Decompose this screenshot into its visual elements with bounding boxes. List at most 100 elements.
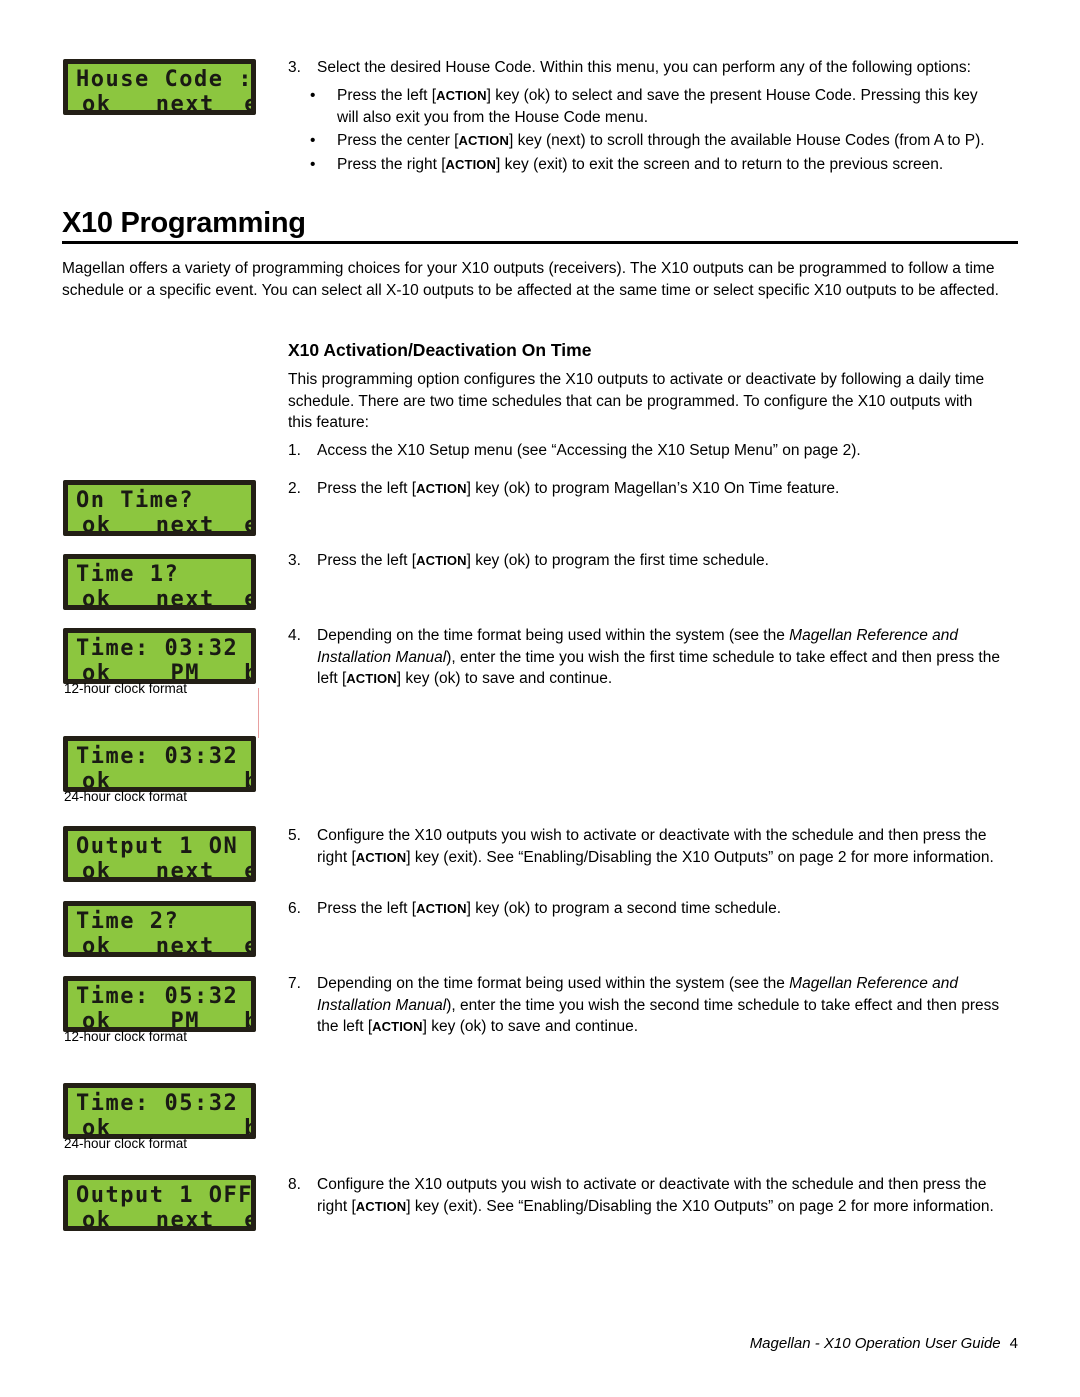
bullet-text-part2: ] key (exit) to exit the screen and to r… — [496, 156, 944, 173]
subsection-intro-paragraph: This programming option configures the X… — [288, 371, 985, 431]
lcd-screen-time-1-12h: Time: 03:32 AM ok PM back — [63, 628, 256, 684]
step-text: Select the desired House Code. Within th… — [317, 59, 971, 76]
lcd-screen-output-1-on: Output 1 ON ok next exit — [63, 826, 256, 882]
lcd-screen-time-2-24h: Time: 05:32 ok back — [63, 1083, 256, 1139]
bullet-item-1: • Press the left [ACTION] key (ok) to se… — [310, 85, 998, 128]
bullet-text: Press the left [ACTION] key (ok) to sele… — [337, 85, 998, 128]
action-key-token: ACTION — [416, 481, 467, 496]
step-text-part2: ] key (ok) to program the first time sch… — [466, 552, 769, 569]
step-6: 6. Press the left [ACTION] key (ok) to p… — [288, 898, 1000, 920]
lcd-line-2: ok next exit — [82, 859, 251, 882]
lcd-line-1: On Time? — [76, 488, 194, 513]
step-text-part1: Depending on the time format being used … — [317, 975, 790, 992]
lcd-screen-on-time: On Time? ok next exit — [63, 480, 256, 536]
step-number: 7. — [288, 975, 301, 992]
action-key-token: ACTION — [445, 157, 497, 172]
step-5: 5. Configure the X10 outputs you wish to… — [288, 825, 1000, 868]
footer-page-number: 4 — [1009, 1335, 1018, 1352]
step-7: 7. Depending on the time format being us… — [288, 973, 1000, 1038]
bullet-marker: • — [310, 132, 316, 149]
step-text: Configure the X10 outputs you wish to ac… — [317, 1174, 1000, 1217]
step-text-part1: Press the left [ — [317, 552, 417, 569]
step-number: 4. — [288, 627, 301, 644]
lcd-line-1: Time: 03:32 AM — [76, 636, 239, 661]
step-text-part3: ] key (ok) to save and continue. — [396, 670, 613, 687]
action-key-token: ACTION — [355, 1198, 407, 1214]
lcd-screen-time-2: Time 2? ok next exit — [63, 901, 256, 957]
step-number: 3. — [288, 552, 301, 569]
lcd-line-1: Time 2? — [76, 909, 180, 934]
bullet-text: Press the center [ACTION] key (next) to … — [337, 130, 998, 152]
page-title: X10 Programming — [62, 207, 306, 239]
action-key-token: ACTION — [458, 133, 509, 148]
action-key-token: ACTION — [355, 849, 407, 865]
step-text-part2: ] key (exit). See “Enabling/Disabling th… — [406, 1197, 994, 1215]
step-text: Press the left [ACTION] key (ok) to prog… — [317, 550, 1000, 572]
step-number: 6. — [288, 900, 301, 917]
bullet-text-part1: Press the right [ — [337, 156, 446, 173]
step-number: 5. — [288, 827, 301, 844]
step-number: 2. — [288, 480, 301, 497]
step-number: 8. — [288, 1176, 301, 1193]
bullet-text-part1: Press the left [ — [337, 87, 437, 104]
lcd-screen-house-code: House Code : A ok next exit — [63, 59, 256, 115]
lcd-line-2: ok next exit — [82, 1208, 251, 1231]
title-underline — [62, 241, 1018, 244]
lcd-line-2: ok next exit — [82, 92, 251, 115]
registration-line-artifact — [258, 688, 259, 738]
step-number: 3. — [288, 59, 301, 76]
lcd-line-2: ok next exit — [82, 513, 251, 536]
step-3: 3. Press the left [ACTION] key (ok) to p… — [288, 550, 1000, 572]
step-8: 8. Configure the X10 outputs you wish to… — [288, 1174, 1000, 1217]
lcd-line-2: ok next exit — [82, 587, 251, 610]
footer-title: Magellan - X10 Operation User Guide — [749, 1335, 1001, 1352]
step-text: Depending on the time format being used … — [317, 973, 1000, 1038]
bullet-text: Press the right [ACTION] key (exit) to e… — [337, 154, 998, 176]
lcd-line-1: Time: 03:32 — [76, 744, 239, 769]
bullet-item-2: • Press the center [ACTION] key (next) t… — [310, 130, 998, 152]
action-key-token: ACTION — [416, 553, 467, 568]
action-key-token: ACTION — [346, 671, 397, 686]
lcd-caption-12-hour: 12-hour clock format — [64, 681, 188, 696]
lcd-screen-output-1-off: Output 1 OFF ok next exit — [63, 1175, 256, 1231]
page-footer: Magellan - X10 Operation User Guide 4 — [750, 1335, 1018, 1352]
lcd-screen-time-2-12h: Time: 05:32 AM ok PM back — [63, 976, 256, 1032]
step-text-part3: ] key (ok) to save and continue. — [422, 1018, 639, 1035]
step-text: Press the left [ACTION] key (ok) to prog… — [317, 898, 1000, 920]
step-text: Configure the X10 outputs you wish to ac… — [317, 825, 1000, 868]
lcd-line-1: Time: 05:32 AM — [76, 984, 239, 1009]
step-1: 1. Access the X10 Setup menu (see “Acces… — [288, 440, 1000, 462]
section-intro-paragraph: Magellan offers a variety of programming… — [62, 260, 999, 299]
lcd-screen-time-1-24h: Time: 03:32 ok back — [63, 736, 256, 792]
step-4: 4. Depending on the time format being us… — [288, 625, 1000, 690]
step-text: Depending on the time format being used … — [317, 625, 1000, 690]
lcd-caption-24-hour: 24-hour clock format — [64, 1136, 188, 1151]
bullet-marker: • — [310, 156, 316, 173]
bullet-item-3: • Press the right [ACTION] key (exit) to… — [310, 154, 998, 176]
step-text-part1: Press the left [ — [317, 480, 417, 497]
step-text-part1: Depending on the time format being used … — [317, 627, 790, 644]
lcd-caption-24-hour: 24-hour clock format — [64, 789, 188, 804]
action-key-token: ACTION — [416, 901, 467, 916]
action-key-token: ACTION — [436, 88, 487, 103]
lcd-line-1: House Code : A — [76, 67, 253, 92]
step-3-top: 3. Select the desired House Code. Within… — [288, 57, 1000, 79]
document-page: { "document": { "footer_text": "Magellan… — [0, 0, 1080, 1397]
step-2: 2. Press the left [ACTION] key (ok) to p… — [288, 478, 1000, 500]
step-text-part2: ] key (ok) to program Magellan’s X10 On … — [466, 480, 840, 497]
step-text: Access the X10 Setup menu (see “Accessin… — [317, 442, 861, 459]
step-text-part2: ] key (ok) to program a second time sche… — [466, 900, 782, 917]
step-number: 1. — [288, 442, 301, 459]
lcd-caption-12-hour: 12-hour clock format — [64, 1029, 188, 1044]
lcd-line-1: Time: 05:32 — [76, 1091, 239, 1116]
step-text-part2: ] key (exit). See “Enabling/Disabling th… — [406, 848, 994, 866]
lcd-line-2: ok next exit — [82, 934, 251, 957]
lcd-line-1: Output 1 OFF — [76, 1183, 253, 1208]
step-text-part1: Press the left [ — [317, 900, 417, 917]
subsection-title: X10 Activation/Deactivation On Time — [288, 340, 592, 360]
bullet-text-part1: Press the center [ — [337, 132, 459, 149]
lcd-screen-time-1: Time 1? ok next exit — [63, 554, 256, 610]
lcd-line-1: Time 1? — [76, 562, 180, 587]
lcd-line-1: Output 1 ON — [76, 834, 239, 859]
bullet-text-part2: ] key (next) to scroll through the avail… — [508, 132, 985, 149]
